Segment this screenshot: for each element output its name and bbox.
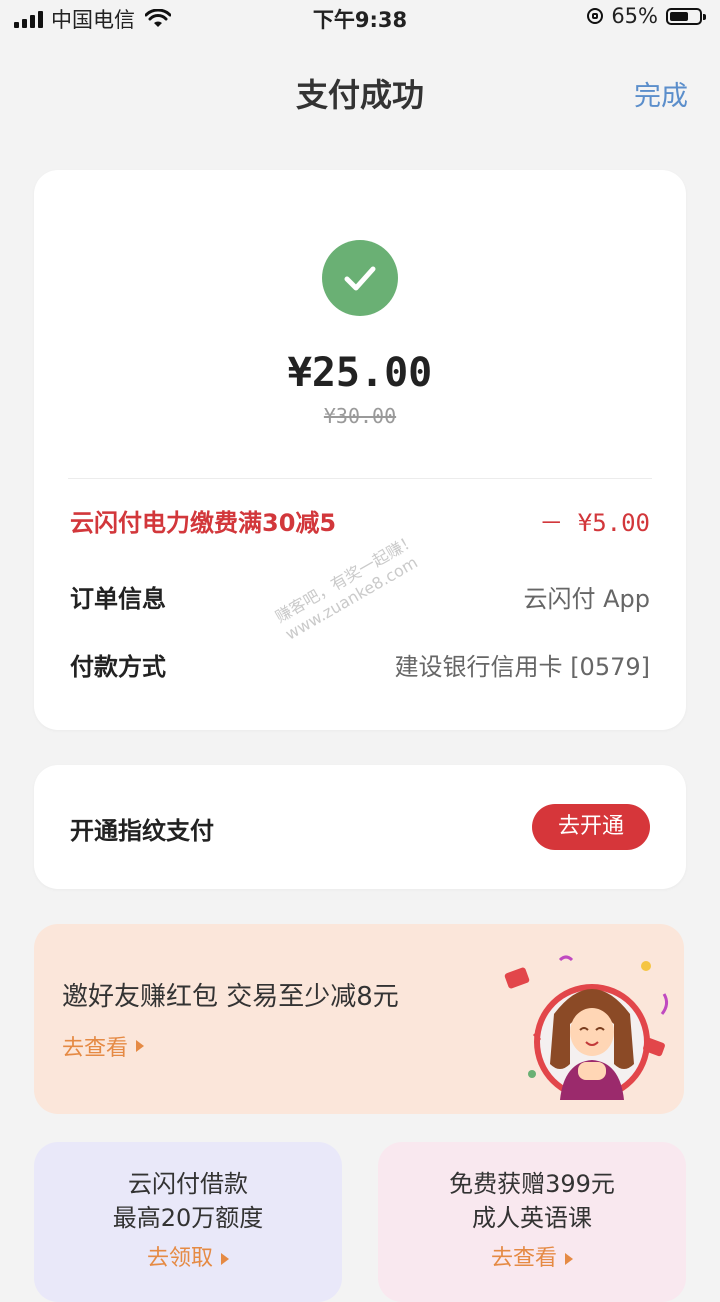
- payment-result-card: ¥25.00 ¥30.00 云闪付电力缴费满30减5 － ¥5.00 订单信息 …: [34, 170, 686, 730]
- loan-tile[interactable]: 云闪付借款 最高20万额度 去领取: [34, 1142, 342, 1302]
- triangle-right-icon: [136, 1040, 145, 1052]
- page-title: 支付成功: [295, 76, 424, 114]
- loan-link-label: 去领取: [146, 1246, 213, 1271]
- english-line1: 免费获赠399元: [449, 1170, 615, 1198]
- orientation-lock-icon: [587, 8, 604, 24]
- english-course-tile[interactable]: 免费获赠399元 成人英语课 去查看: [378, 1142, 686, 1302]
- battery-percent: 65%: [611, 4, 658, 28]
- order-info-value: 云闪付 App: [523, 584, 650, 613]
- promo-value: － ¥5.00: [539, 508, 650, 537]
- order-info-label: 订单信息: [70, 584, 166, 613]
- english-line2: 成人英语课: [472, 1204, 592, 1232]
- triangle-right-icon: [565, 1253, 573, 1265]
- fingerprint-label: 开通指纹支付: [70, 817, 214, 845]
- fingerprint-card: 开通指纹支付 去开通: [34, 765, 686, 889]
- payment-method-value: 建设银行信用卡 [0579]: [394, 652, 650, 681]
- status-right: 65%: [587, 4, 706, 28]
- banner-link-label: 去查看: [62, 1036, 129, 1061]
- invite-banner[interactable]: 邀好友赚红包 交易至少减8元 去查看: [34, 924, 684, 1114]
- english-link-label: 去查看: [490, 1246, 557, 1271]
- banner-title: 邀好友赚红包 交易至少减8元: [62, 982, 399, 1012]
- payment-method-label: 付款方式: [70, 652, 166, 681]
- loan-line1: 云闪付借款: [128, 1170, 248, 1198]
- loan-link[interactable]: 去领取: [34, 1240, 342, 1272]
- divider: [68, 478, 652, 479]
- original-amount: ¥30.00: [323, 404, 397, 428]
- banner-link[interactable]: 去查看: [62, 1030, 145, 1062]
- nav-bar: 支付成功 完成: [0, 62, 720, 122]
- promo-row: 云闪付电力缴费满30减5 － ¥5.00: [70, 502, 650, 538]
- loan-line2: 最高20万额度: [112, 1204, 264, 1232]
- triangle-right-icon: [221, 1253, 229, 1265]
- paid-amount: ¥25.00: [287, 350, 433, 396]
- english-link[interactable]: 去查看: [378, 1240, 686, 1272]
- girl-illustration-icon: [504, 955, 669, 1100]
- status-bar: 中国电信 下午9:38 65%: [0, 0, 720, 36]
- payment-method-row: 付款方式 建设银行信用卡 [0579]: [70, 646, 650, 682]
- battery-icon: [666, 7, 706, 25]
- done-button[interactable]: 完成: [634, 74, 688, 113]
- promo-label: 云闪付电力缴费满30减5: [70, 508, 337, 537]
- success-check-icon: [322, 240, 398, 316]
- enable-fingerprint-button[interactable]: 去开通: [532, 804, 650, 850]
